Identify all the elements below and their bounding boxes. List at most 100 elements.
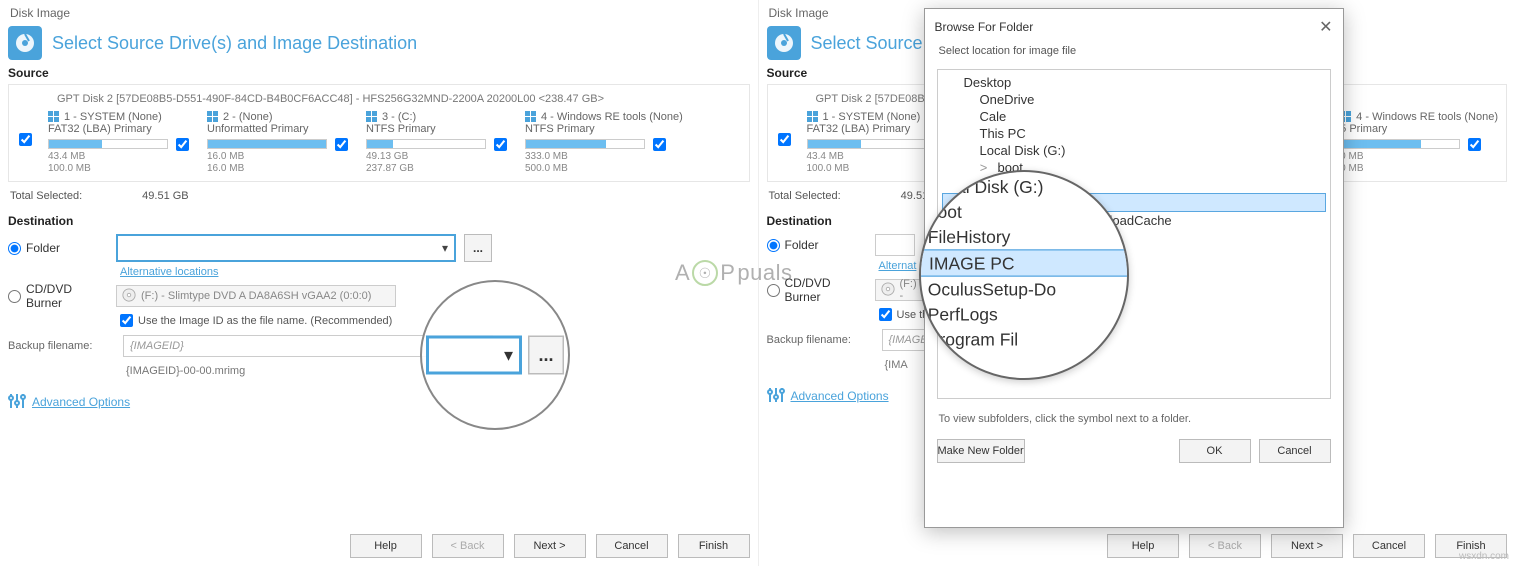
help-button[interactable]: Help [1107, 534, 1179, 558]
partition[interactable]: 4 - Windows RE tools (None) NTFS Primary… [525, 111, 683, 175]
browse-folder-dialog: Browse For Folder ✕ Select location for … [924, 8, 1344, 528]
right-pane: Disk Image Select Source Dr Source GPT D… [758, 0, 1515, 566]
output-filename: {IMAGEID}-00-00.mrimg [126, 365, 750, 377]
page-title: Select Source Drive(s) and Image Destina… [52, 33, 417, 54]
backup-filename-label: Backup filename: [767, 334, 862, 346]
tree-item[interactable]: Local Disk (G:) [942, 142, 1326, 159]
tree-item[interactable]: > Windows [942, 297, 1326, 314]
cd-radio-input[interactable] [8, 290, 21, 303]
tree-item[interactable]: PerfLogs [942, 229, 1326, 246]
tree-item[interactable]: > FileHistory [942, 176, 1326, 193]
expand-icon[interactable]: > [978, 264, 990, 279]
dialog-subtitle: Select location for image file [925, 45, 1343, 63]
tree-item[interactable]: > Users [942, 280, 1326, 297]
tree-item-label: OneDrive [980, 92, 1035, 107]
disk-image-icon [8, 26, 42, 60]
partition-checkbox[interactable] [335, 138, 348, 151]
partition-checkbox[interactable] [494, 138, 507, 151]
tree-item-label: FileHistory [998, 177, 1059, 192]
partition[interactable]: 2 - (None) Unformatted Primary 16.0 MB16… [207, 111, 348, 175]
next-button[interactable]: Next > [514, 534, 586, 558]
expand-icon[interactable]: > [978, 160, 990, 175]
folder-radio-input[interactable] [8, 242, 21, 255]
usage-bar [525, 139, 645, 149]
dvd-burner-field: (F:) - Slimtype DVD A DA8A6SH vGAA2 (0:0… [116, 285, 396, 307]
tree-item[interactable]: > Program Files (x86) [942, 246, 1326, 263]
tree-item[interactable]: > boot [942, 159, 1326, 176]
cancel-button[interactable]: Cancel [1353, 534, 1425, 558]
dvd-burner-field: (F:) - [875, 279, 925, 301]
expand-icon[interactable]: > [978, 247, 990, 262]
folder-radio[interactable]: Folder [767, 238, 867, 252]
next-button[interactable]: Next > [1271, 534, 1343, 558]
back-button[interactable]: < Back [432, 534, 504, 558]
back-button[interactable]: < Back [1189, 534, 1261, 558]
make-new-folder-button[interactable]: Make New Folder [937, 439, 1025, 463]
tree-item-label: IMAGE PC [999, 195, 1063, 210]
source-label: Source [8, 66, 750, 80]
usage-bar [366, 139, 486, 149]
total-selected-label: Total Selected: [10, 190, 82, 202]
advanced-options-link[interactable]: Advanced Options [32, 395, 130, 409]
help-button[interactable]: Help [350, 534, 422, 558]
disk-header: GPT Disk 2 [57DE08B5-D551-490F-84CD-B4B0… [57, 93, 741, 105]
disk-checkbox[interactable] [778, 133, 791, 146]
finish-button[interactable]: Finish [678, 534, 750, 558]
disk-image-icon [767, 26, 801, 60]
advanced-options-link[interactable]: Advanced Options [791, 389, 889, 403]
tree-item[interactable]: OneDrive [942, 91, 1326, 108]
tree-item-label: Users [998, 281, 1032, 296]
tree-item[interactable]: Cale [942, 108, 1326, 125]
cancel-button[interactable]: Cancel [1259, 439, 1331, 463]
folder-radio[interactable]: Folder [8, 241, 108, 255]
tree-item-label: Local Disk (G:) [980, 143, 1066, 158]
folder-path-input[interactable] [875, 234, 915, 256]
partition[interactable]: 4 - Windows RE tools (None) 5 Primary 0 … [1340, 111, 1498, 175]
windows-icon [366, 111, 378, 123]
expand-icon[interactable]: > [978, 213, 990, 228]
tree-item[interactable]: Desktop [942, 74, 1326, 91]
tree-item-label: Program Files (x86) [998, 247, 1112, 262]
left-pane: Disk Image Select Source Drive(s) and Im… [0, 0, 758, 566]
expand-icon[interactable]: > [978, 298, 990, 313]
cd-radio[interactable]: CD/DVD Burner [8, 282, 108, 310]
expand-icon[interactable]: > [978, 281, 990, 296]
windows-icon [207, 111, 219, 123]
cd-radio-input[interactable] [767, 284, 780, 297]
windows-icon [48, 111, 60, 123]
cd-radio[interactable]: CD/DVD Burner [767, 276, 867, 304]
partition[interactable]: 1 - SYSTEM (None) FAT32 (LBA) Primary 43… [48, 111, 189, 175]
browse-button[interactable]: ... [464, 234, 492, 262]
tree-item-label: OculusSetup-DownloadCache [998, 213, 1172, 228]
destination-label: Destination [8, 214, 750, 228]
cancel-button[interactable]: Cancel [596, 534, 668, 558]
chevron-down-icon[interactable]: ▾ [442, 241, 448, 255]
tree-item[interactable]: > ProgramData [942, 263, 1326, 280]
partition-checkbox[interactable] [1468, 138, 1481, 151]
partition-checkbox[interactable] [653, 138, 666, 151]
use-image-id-checkbox[interactable]: Use the Image ID as the file name. (Reco… [120, 314, 750, 327]
tree-item[interactable]: IMAGE PC [942, 193, 1326, 212]
windows-icon [807, 111, 819, 123]
alternative-locations-link[interactable]: Alternative locations [120, 266, 750, 278]
expand-icon[interactable]: > [978, 177, 990, 192]
tree-item-label: Desktop [964, 75, 1012, 90]
window-title: Disk Image [8, 4, 750, 26]
folder-radio-input[interactable] [767, 239, 780, 252]
usage-bar [207, 139, 327, 149]
tree-item-label: PerfLogs [998, 230, 1050, 245]
folder-path-text[interactable] [122, 236, 450, 260]
tree-item[interactable]: This PC [942, 125, 1326, 142]
folder-tree[interactable]: Desktop OneDrive Cale This PC Local Disk… [937, 69, 1331, 399]
partition[interactable]: 3 - (C:) NTFS Primary 49.13 GB237.87 GB [366, 111, 507, 175]
tree-item-label: Cale [980, 109, 1007, 124]
tree-item-label: Windows [998, 298, 1051, 313]
close-icon[interactable]: ✕ [1319, 17, 1332, 37]
backup-filename-field[interactable]: {IMAGEID} [123, 335, 493, 357]
folder-path-input[interactable]: ▾ [116, 234, 456, 262]
ok-button[interactable]: OK [1179, 439, 1251, 463]
tree-item[interactable]: > OculusSetup-DownloadCache [942, 212, 1326, 229]
disk-checkbox[interactable] [19, 133, 32, 146]
tree-item-label: boot [998, 160, 1023, 175]
partition-checkbox[interactable] [176, 138, 189, 151]
